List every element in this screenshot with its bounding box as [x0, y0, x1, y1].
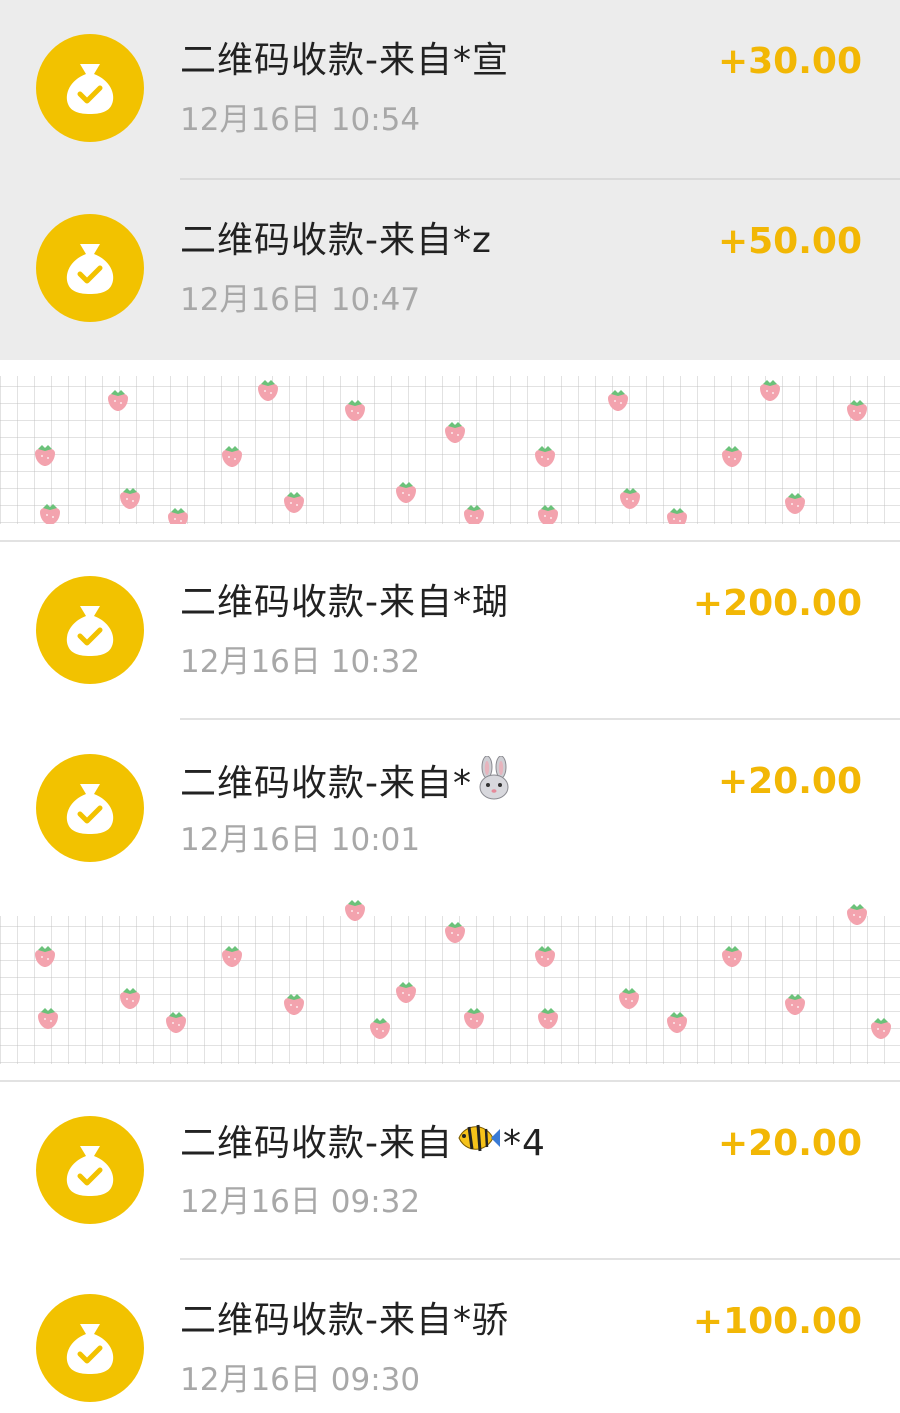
title-text: 二维码收款-来自*: [180, 763, 472, 804]
transaction-row[interactable]: 二维码收款-来自*宣 12月16日 10:54 +30.00: [0, 0, 900, 180]
transaction-title: 二维码收款-来自*骄: [180, 1300, 509, 1341]
strawberry-decoration: [258, 380, 278, 401]
money-bag-check-icon: [36, 1294, 144, 1402]
strawberry-decoration: [108, 390, 128, 411]
strawberry-decoration: [345, 900, 365, 921]
transaction-row[interactable]: 二维码收款-来自*z 12月16日 10:47 +50.00: [0, 180, 900, 360]
strawberry-decoration: [620, 488, 640, 509]
strawberry-decoration: [535, 446, 555, 467]
strawberry-decoration: [284, 492, 304, 513]
transaction-time: 12月16日 09:32: [180, 1184, 421, 1220]
transaction-amount: +100.00: [692, 1301, 862, 1342]
strawberry-decoration: [35, 946, 55, 967]
strawberry-decoration: [464, 505, 484, 526]
money-bag-check-icon: [36, 754, 144, 862]
strawberry-decoration: [120, 488, 140, 509]
fish-emoji: [455, 1118, 501, 1172]
strawberry-decoration: [722, 446, 742, 467]
strawberry-decoration: [445, 922, 465, 943]
rabbit-emoji: [474, 755, 514, 814]
banner-edge: [0, 1064, 900, 1080]
transaction-amount: +20.00: [717, 1123, 862, 1164]
strawberry-decoration: [722, 946, 742, 967]
strawberry-decoration: [284, 994, 304, 1015]
strawberry-grid-pattern: [0, 360, 900, 540]
money-bag-check-icon: [36, 34, 144, 142]
strawberry-decoration: [538, 1008, 558, 1029]
transaction-title: 二维码收款-来自 *4: [180, 1118, 546, 1168]
title-text-suffix: *4: [503, 1123, 546, 1164]
strawberry-decoration: [785, 994, 805, 1015]
strawberry-decoration: [396, 982, 416, 1003]
transaction-amount: +200.00: [692, 583, 862, 624]
transaction-row[interactable]: 二维码收款-来自* 12月16日 10:01 +20.00: [0, 720, 900, 900]
strawberry-decoration: [222, 446, 242, 467]
strawberry-decoration: [396, 482, 416, 503]
strawberry-decoration: [847, 400, 867, 421]
transaction-title: 二维码收款-来自*宣: [180, 40, 509, 81]
strawberry-grid-pattern: [0, 900, 900, 1080]
strawberry-decoration: [345, 400, 365, 421]
transaction-row[interactable]: 二维码收款-来自*骄 12月16日 09:30 +100.00: [0, 1260, 900, 1413]
banner-edge: [0, 524, 900, 540]
strawberry-decoration: [445, 422, 465, 443]
strawberry-decoration: [608, 390, 628, 411]
transaction-time: 12月16日 10:54: [180, 102, 421, 138]
transaction-amount: +50.00: [717, 221, 862, 262]
money-bag-check-icon: [36, 576, 144, 684]
strawberry-decoration: [785, 493, 805, 514]
strawberry-decoration: [538, 505, 558, 526]
strawberry-decoration: [40, 504, 60, 525]
transaction-time: 12月16日 10:32: [180, 644, 421, 680]
transaction-amount: +20.00: [717, 761, 862, 802]
strawberry-decoration: [464, 1008, 484, 1029]
transaction-time: 12月16日 10:47: [180, 282, 421, 318]
transaction-list-screen: 二维码收款-来自*宣 12月16日 10:54 +30.00 二维码收款-来自*…: [0, 0, 900, 1413]
strawberry-decoration: [38, 1008, 58, 1029]
strawberry-decoration: [35, 445, 55, 466]
strawberry-pattern-svg: [35, 380, 867, 529]
strawberry-decoration: [667, 1012, 687, 1033]
title-text: 二维码收款-来自: [180, 1123, 453, 1164]
money-bag-check-icon: [36, 214, 144, 322]
strawberry-decoration: [166, 1012, 186, 1033]
strawberry-decoration: [120, 988, 140, 1009]
transaction-amount: +30.00: [717, 41, 862, 82]
strawberry-pattern-svg: [35, 900, 891, 1039]
strawberry-decoration: [847, 904, 867, 925]
strawberry-decoration: [222, 946, 242, 967]
transaction-title: 二维码收款-来自*: [180, 755, 516, 806]
transaction-title: 二维码收款-来自*z: [180, 220, 492, 261]
strawberry-decoration: [619, 988, 639, 1009]
transaction-time: 12月16日 09:30: [180, 1362, 421, 1398]
strawberry-decoration: [370, 1018, 390, 1039]
money-bag-check-icon: [36, 1116, 144, 1224]
strawberry-decoration: [535, 946, 555, 967]
transaction-title: 二维码收款-来自*瑚: [180, 582, 509, 623]
transaction-row[interactable]: 二维码收款-来自*瑚 12月16日 10:32 +200.00: [0, 540, 900, 720]
transaction-time: 12月16日 10:01: [180, 822, 421, 858]
transaction-row[interactable]: 二维码收款-来自 *4 12月16日 09:32 +20.00: [0, 1080, 900, 1260]
strawberry-decoration: [760, 380, 780, 401]
strawberry-decoration: [871, 1018, 891, 1039]
